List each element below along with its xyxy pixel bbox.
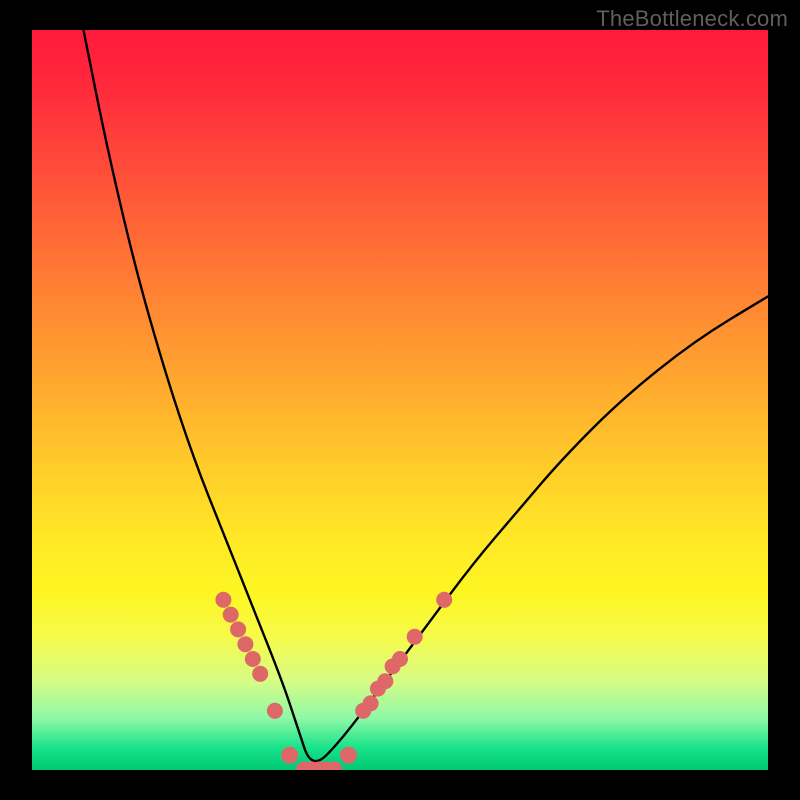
outer-frame: TheBottleneck.com: [0, 0, 800, 800]
marker-dot: [230, 621, 246, 637]
marker-dots: [215, 592, 452, 770]
marker-dot: [377, 673, 393, 689]
marker-dot: [436, 592, 452, 608]
watermark-text: TheBottleneck.com: [596, 6, 788, 32]
bottleneck-curve: [84, 30, 769, 761]
marker-dot: [281, 747, 298, 764]
marker-dot: [252, 666, 268, 682]
plot-area: [32, 30, 768, 770]
marker-dot: [392, 651, 408, 667]
marker-dot: [267, 703, 283, 719]
marker-dot: [340, 747, 357, 764]
marker-dot: [407, 629, 423, 645]
marker-dot: [215, 592, 231, 608]
marker-dot: [237, 636, 253, 652]
chart-svg: [32, 30, 768, 770]
marker-dot: [223, 607, 239, 623]
marker-dot: [363, 695, 379, 711]
marker-dot: [245, 651, 261, 667]
